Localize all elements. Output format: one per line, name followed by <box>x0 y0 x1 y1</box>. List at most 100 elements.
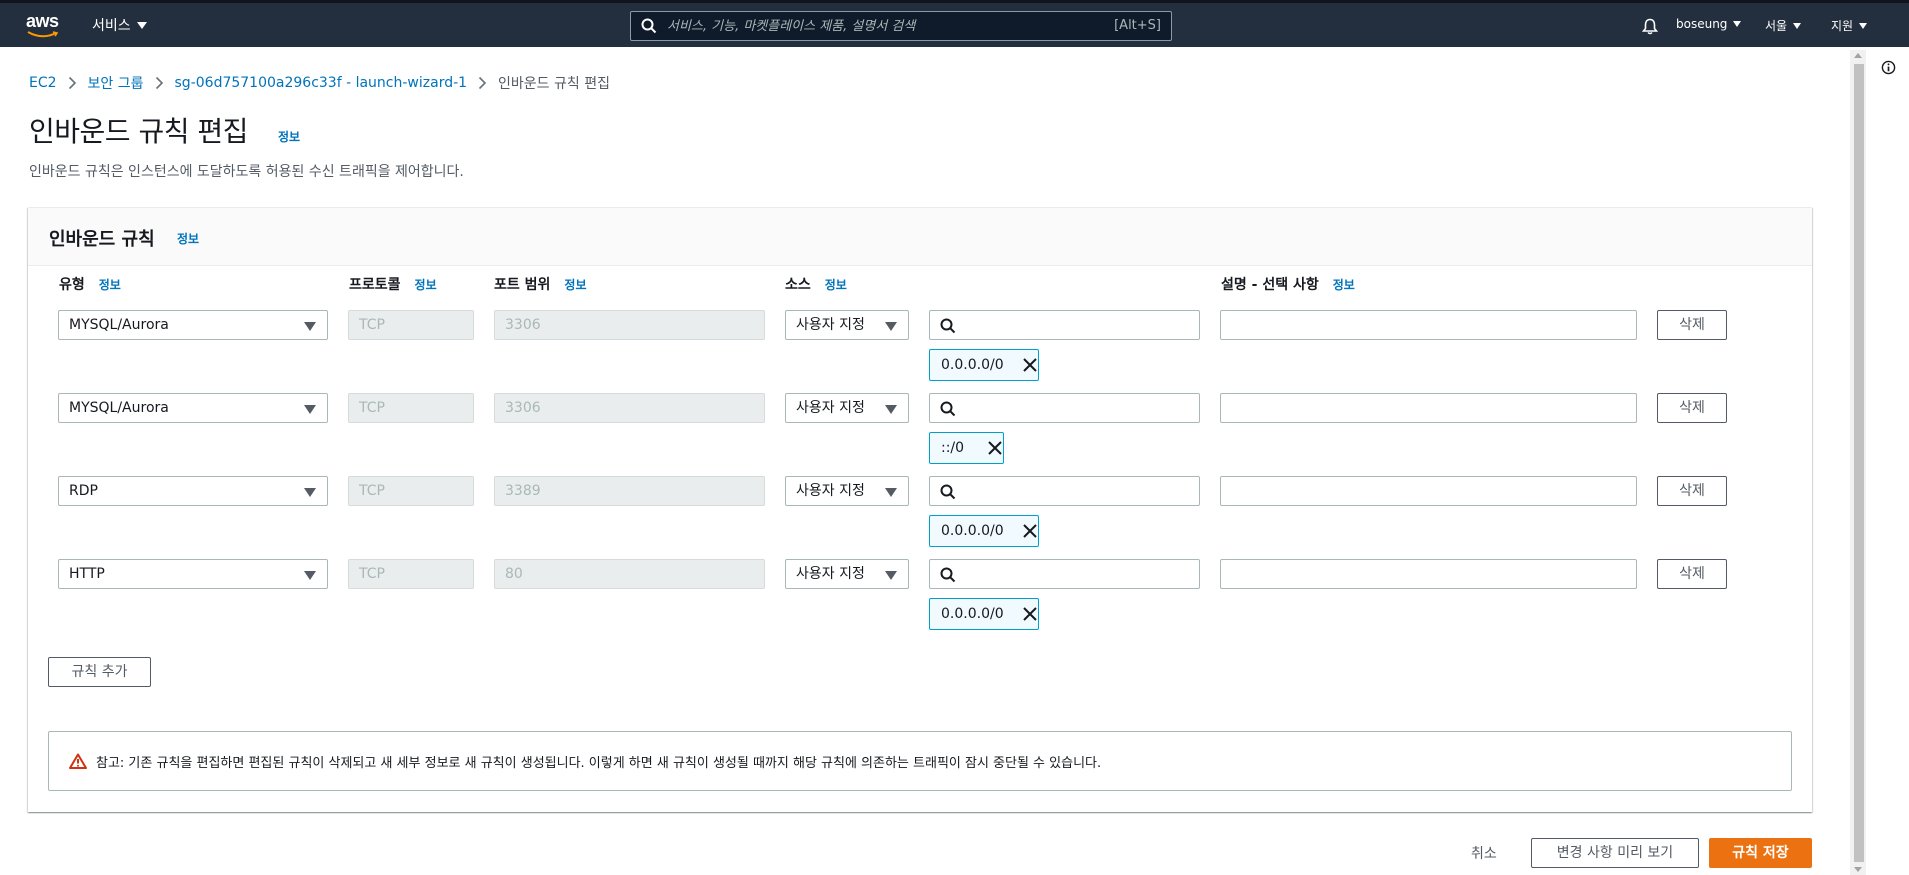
inbound-rules-panel: 인바운드 규칙 정보 유형 정보 프로토콜 정보 포트 범위 정보 소스 정보 … <box>28 207 1812 812</box>
support-menu[interactable]: 지원 <box>1831 17 1868 34</box>
source-token: 0.0.0.0/0 <box>929 349 1039 381</box>
breadcrumb-security-groups[interactable]: 보안 그룹 <box>88 73 144 93</box>
rule-source-select[interactable]: 사용자 지정 <box>785 559 909 589</box>
delete-rule-button[interactable]: 삭제 <box>1657 559 1727 589</box>
column-description-label: 설명 - 선택 사항 <box>1221 277 1319 293</box>
rule-description-input[interactable] <box>1220 310 1637 340</box>
column-port-range: 포트 범위 정보 <box>494 274 587 294</box>
search-icon <box>940 567 956 583</box>
top-navigation: aws 서비스 [Alt+S] boseung 서울 지원 <box>0 0 1909 47</box>
column-type-label: 유형 <box>59 277 85 293</box>
cancel-button[interactable]: 취소 <box>1471 843 1497 863</box>
chevron-right-icon <box>478 76 487 90</box>
aws-logo[interactable]: aws <box>26 11 64 41</box>
rule-port-range: 3306 <box>494 310 765 340</box>
caret-down-icon <box>1733 21 1742 27</box>
rule-protocol: TCP <box>348 393 474 423</box>
rule-source-select[interactable]: 사용자 지정 <box>785 476 909 506</box>
rule-description-input[interactable] <box>1220 393 1637 423</box>
region-menu[interactable]: 서울 <box>1765 17 1802 34</box>
rule-source-mode: 사용자 지정 <box>796 317 865 333</box>
scrollbar-thumb[interactable] <box>1854 64 1864 862</box>
preview-changes-button[interactable]: 변경 사항 미리 보기 <box>1531 838 1699 868</box>
column-description: 설명 - 선택 사항 정보 <box>1221 274 1355 294</box>
rule-source-search[interactable] <box>929 559 1200 589</box>
scroll-up-icon[interactable] <box>1854 53 1862 58</box>
source-token: 0.0.0.0/0 <box>929 515 1039 547</box>
delete-rule-button[interactable]: 삭제 <box>1657 310 1727 340</box>
caret-down-icon <box>885 322 897 331</box>
rule-source-mode: 사용자 지정 <box>796 566 865 582</box>
rule-type-select[interactable]: MYSQL/Aurora <box>58 310 328 340</box>
smile-icon <box>27 31 59 38</box>
services-menu[interactable]: 서비스 <box>92 15 147 35</box>
rule-source-search[interactable] <box>929 310 1200 340</box>
rule-source-search[interactable] <box>929 393 1200 423</box>
column-type: 유형 정보 <box>59 274 121 294</box>
panel-info-link[interactable]: 정보 <box>177 230 199 247</box>
global-search-input[interactable] <box>667 15 1067 37</box>
rule-type-select[interactable]: HTTP <box>58 559 328 589</box>
rule-description-input[interactable] <box>1220 559 1637 589</box>
rule-source-select[interactable]: 사용자 지정 <box>785 393 909 423</box>
info-panel-icon[interactable] <box>1881 60 1896 75</box>
user-name: boseung <box>1676 17 1728 31</box>
rule-source-search[interactable] <box>929 476 1200 506</box>
scroll-down-icon[interactable] <box>1854 867 1862 872</box>
page-title: 인바운드 규칙 편집 <box>29 115 248 148</box>
warning-icon <box>69 753 87 769</box>
page-scrollbar[interactable] <box>1850 50 1866 875</box>
breadcrumb-current: 인바운드 규칙 편집 <box>498 76 610 92</box>
caret-down-icon <box>1793 22 1802 29</box>
rule-type-value: RDP <box>69 483 98 499</box>
rule-type-select[interactable]: RDP <box>58 476 328 506</box>
rule-port-range: 80 <box>494 559 765 589</box>
page-info-link[interactable]: 정보 <box>278 128 300 145</box>
warning-alert: 참고: 기존 규칙을 편집하면 편집된 규칙이 삭제되고 새 세부 정보로 새 … <box>48 731 1792 791</box>
bell-icon[interactable] <box>1642 18 1658 35</box>
breadcrumb-ec2[interactable]: EC2 <box>29 75 57 91</box>
region-name: 서울 <box>1765 19 1788 33</box>
rule-protocol: TCP <box>348 559 474 589</box>
search-icon <box>940 401 956 417</box>
column-protocol: 프로토콜 정보 <box>349 274 437 294</box>
source-token: ::/0 <box>929 432 1004 464</box>
add-rule-button[interactable]: 규칙 추가 <box>48 657 151 687</box>
alert-message: 참고: 기존 규칙을 편집하면 편집된 규칙이 삭제되고 새 세부 정보로 새 … <box>96 756 1102 771</box>
caret-down-icon <box>304 322 316 331</box>
rule-description-input[interactable] <box>1220 476 1637 506</box>
close-icon[interactable] <box>1022 606 1038 622</box>
source-token: 0.0.0.0/0 <box>929 598 1039 630</box>
user-menu[interactable]: boseung <box>1676 17 1742 31</box>
column-source-info[interactable]: 정보 <box>825 276 847 293</box>
column-protocol-info[interactable]: 정보 <box>415 276 437 293</box>
save-rules-button[interactable]: 규칙 저장 <box>1709 838 1812 868</box>
caret-down-icon <box>1859 22 1868 29</box>
delete-rule-button[interactable]: 삭제 <box>1657 393 1727 423</box>
rule-type-select[interactable]: MYSQL/Aurora <box>58 393 328 423</box>
panel-title: 인바운드 규칙 <box>49 229 155 250</box>
close-icon[interactable] <box>1022 357 1038 373</box>
caret-down-icon <box>885 571 897 580</box>
panel-header: 인바운드 규칙 정보 <box>28 208 1812 266</box>
caret-down-icon <box>304 571 316 580</box>
rule-port-range: 3306 <box>494 393 765 423</box>
column-port-range-info[interactable]: 정보 <box>564 276 586 293</box>
breadcrumb: EC2 보안 그룹 sg-06d757100a296c33f - launch-… <box>29 73 610 93</box>
global-search[interactable]: [Alt+S] <box>630 11 1172 41</box>
close-icon[interactable] <box>987 440 1003 456</box>
source-token-value: 0.0.0.0/0 <box>941 357 1004 373</box>
column-type-info[interactable]: 정보 <box>99 276 121 293</box>
close-icon[interactable] <box>1022 523 1038 539</box>
chevron-right-icon <box>68 76 76 90</box>
search-icon <box>641 18 657 34</box>
rule-source-select[interactable]: 사용자 지정 <box>785 310 909 340</box>
caret-down-icon <box>304 488 316 497</box>
search-shortcut: [Alt+S] <box>1114 18 1161 33</box>
breadcrumb-security-group[interactable]: sg-06d757100a296c33f - launch-wizard-1 <box>175 75 468 91</box>
search-icon <box>940 318 956 334</box>
source-token-value: 0.0.0.0/0 <box>941 606 1004 622</box>
delete-rule-button[interactable]: 삭제 <box>1657 476 1727 506</box>
rule-type-value: MYSQL/Aurora <box>69 400 169 416</box>
column-description-info[interactable]: 정보 <box>1333 276 1355 293</box>
